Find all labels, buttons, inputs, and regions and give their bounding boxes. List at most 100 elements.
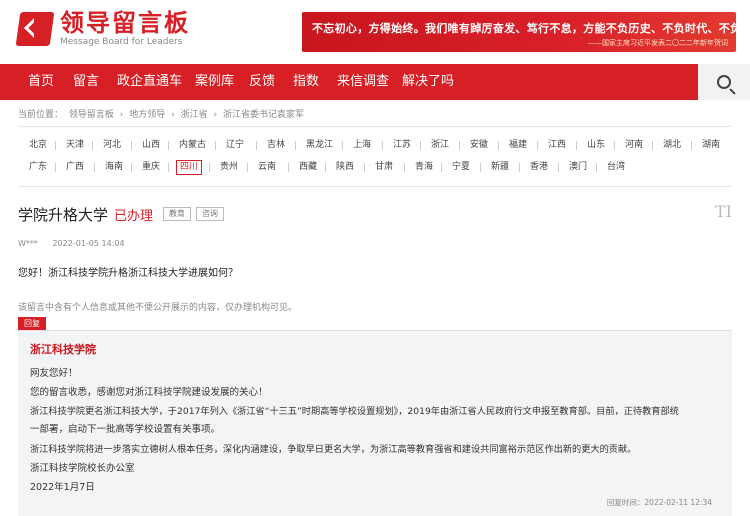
province-link[interactable]: 陕西 xyxy=(333,160,357,175)
reply-line: 浙江科技学院更名浙江科技大学，于2017年列入《浙江省“十三五”时期高等学校设置… xyxy=(30,406,679,417)
province-separator xyxy=(691,141,692,150)
province-link[interactable]: 香港 xyxy=(527,160,551,175)
breadcrumb: 当前位置： 领导留言板 › 地方领导 › 浙江省 › 浙江省委书记袁家军 xyxy=(18,107,307,120)
province-link[interactable]: 辽宁 xyxy=(223,138,247,153)
province-separator xyxy=(295,141,296,150)
province-link[interactable]: 重庆 xyxy=(139,160,163,175)
province-separator xyxy=(596,163,597,172)
province-link[interactable]: 广东 xyxy=(26,160,50,175)
province-separator xyxy=(92,141,93,150)
breadcrumb-board[interactable]: 领导留言板 xyxy=(69,110,114,120)
nav-survey[interactable]: 来信调查 xyxy=(337,64,389,100)
province-separator xyxy=(364,163,365,172)
province-separator xyxy=(652,141,653,150)
reply-date: 2022年1月7日 xyxy=(30,482,95,493)
province-link[interactable]: 河北 xyxy=(100,138,124,153)
nav-case-library[interactable]: 案例库 xyxy=(195,64,234,100)
font-size-icon[interactable]: TI xyxy=(715,202,732,221)
nav-index[interactable]: 指数 xyxy=(293,64,319,100)
breadcrumb-leader[interactable]: 浙江省委书记袁家军 xyxy=(223,110,304,120)
reply-panel: 浙江科技学院 网友您好！ 您的留言收悉，感谢您对浙江科技学院建设发展的关心！ 浙… xyxy=(18,330,732,516)
banner-slogan: 不忘初心，方得始终。我们唯有踔厉奋发、笃行不怠，方能不负历史、不负时代、不负人民… xyxy=(312,22,736,35)
province-separator xyxy=(420,141,421,150)
site-logo[interactable]: 领导留言板 Message Board for Leaders xyxy=(15,9,190,48)
main-nav: 首页 留言 政企直通车 案例库 反馈 指数 来信调查 解决了吗 xyxy=(0,64,750,100)
province-link[interactable]: 澳门 xyxy=(566,160,590,175)
province-link[interactable]: 湖南 xyxy=(699,138,723,153)
province-link[interactable]: 宁夏 xyxy=(449,160,473,175)
reply-label: 回复 xyxy=(18,317,46,330)
province-link[interactable]: 新疆 xyxy=(488,160,512,175)
search-button[interactable] xyxy=(698,64,750,100)
province-link[interactable]: 福建 xyxy=(506,138,530,153)
breadcrumb-sep: › xyxy=(119,110,124,120)
province-separator xyxy=(480,163,481,172)
author-name: W*** xyxy=(18,239,38,248)
province-link[interactable]: 浙江 xyxy=(428,138,452,153)
province-link[interactable]: 天津 xyxy=(63,138,87,153)
province-link[interactable]: 甘肃 xyxy=(372,160,396,175)
province-link[interactable]: 黑龙江 xyxy=(303,138,336,153)
province-link[interactable]: 山东 xyxy=(584,138,608,153)
province-link[interactable]: 云南 xyxy=(255,160,279,175)
reply-signature: 浙江科技学院校长办公室 xyxy=(30,463,135,474)
tag-consult[interactable]: 咨询 xyxy=(196,207,224,221)
nav-enterprise-express[interactable]: 政企直通车 xyxy=(117,64,182,100)
province-link[interactable]: 广西 xyxy=(63,160,87,175)
province-separator xyxy=(459,141,460,150)
logo-icon xyxy=(15,12,55,46)
divider xyxy=(18,186,732,187)
province-link[interactable]: 海南 xyxy=(102,160,126,175)
province-link[interactable]: 上海 xyxy=(350,138,374,153)
message-date: 2022-01-05 14:04 xyxy=(52,239,125,248)
nav-feedback[interactable]: 反馈 xyxy=(249,64,275,100)
province-link[interactable]: 江西 xyxy=(545,138,569,153)
province-separator xyxy=(94,163,95,172)
privacy-note: 该留言中含有个人信息或其他不便公开展示的内容，仅办理机构可见。 xyxy=(18,303,298,313)
province-separator xyxy=(537,141,538,150)
province-separator xyxy=(168,141,169,150)
province-separator xyxy=(55,163,56,172)
province-link[interactable]: 吉林 xyxy=(264,138,288,153)
province-separator xyxy=(558,163,559,172)
province-separator xyxy=(342,141,343,150)
province-separator xyxy=(256,141,257,150)
nav-solved[interactable]: 解决了吗 xyxy=(402,64,454,100)
province-separator xyxy=(288,163,289,172)
province-link[interactable]: 贵州 xyxy=(217,160,241,175)
province-link[interactable]: 台湾 xyxy=(604,160,628,175)
province-link[interactable]: 内蒙古 xyxy=(176,138,209,153)
province-link[interactable]: 北京 xyxy=(26,138,50,153)
province-link[interactable]: 湖北 xyxy=(660,138,684,153)
province-separator xyxy=(247,163,248,172)
breadcrumb-province[interactable]: 浙江省 xyxy=(181,110,208,120)
province-link[interactable]: 四川 xyxy=(176,160,203,175)
logo-subtitle: Message Board for Leaders xyxy=(60,37,183,47)
province-link[interactable]: 西藏 xyxy=(296,160,320,175)
province-link[interactable]: 河南 xyxy=(622,138,646,153)
tag-education[interactable]: 教育 xyxy=(163,207,191,221)
logo-title: 领导留言板 xyxy=(60,9,190,37)
province-link[interactable]: 江苏 xyxy=(390,138,414,153)
province-separator xyxy=(131,141,132,150)
province-separator xyxy=(519,163,520,172)
slogan-banner: 不忘初心，方得始终。我们唯有踔厉奋发、笃行不怠，方能不负历史、不负时代、不负人民… xyxy=(302,12,736,52)
province-separator xyxy=(55,141,56,150)
province-link[interactable]: 山西 xyxy=(139,138,163,153)
province-separator xyxy=(325,163,326,172)
reply-line: 浙江科技学院将进一步落实立德树人根本任务，深化内涵建设，争取早日更名大学，为浙江… xyxy=(30,444,637,455)
province-link[interactable]: 青海 xyxy=(412,160,436,175)
message-content: 您好！浙江科技学院升格浙江科技大学进展如何？ xyxy=(18,268,238,279)
province-separator xyxy=(498,141,499,150)
breadcrumb-local-leaders[interactable]: 地方领导 xyxy=(129,110,165,120)
province-separator xyxy=(382,141,383,150)
province-separator xyxy=(168,163,169,172)
search-icon xyxy=(717,75,731,89)
reply-line: 网友您好！ xyxy=(30,368,78,379)
status-badge: 已办理 xyxy=(114,209,154,224)
province-separator xyxy=(131,163,132,172)
message-meta: W*** 2022-01-05 14:04 xyxy=(18,239,125,248)
nav-home[interactable]: 首页 xyxy=(28,64,54,100)
province-link[interactable]: 安徽 xyxy=(467,138,491,153)
nav-message[interactable]: 留言 xyxy=(73,64,99,100)
